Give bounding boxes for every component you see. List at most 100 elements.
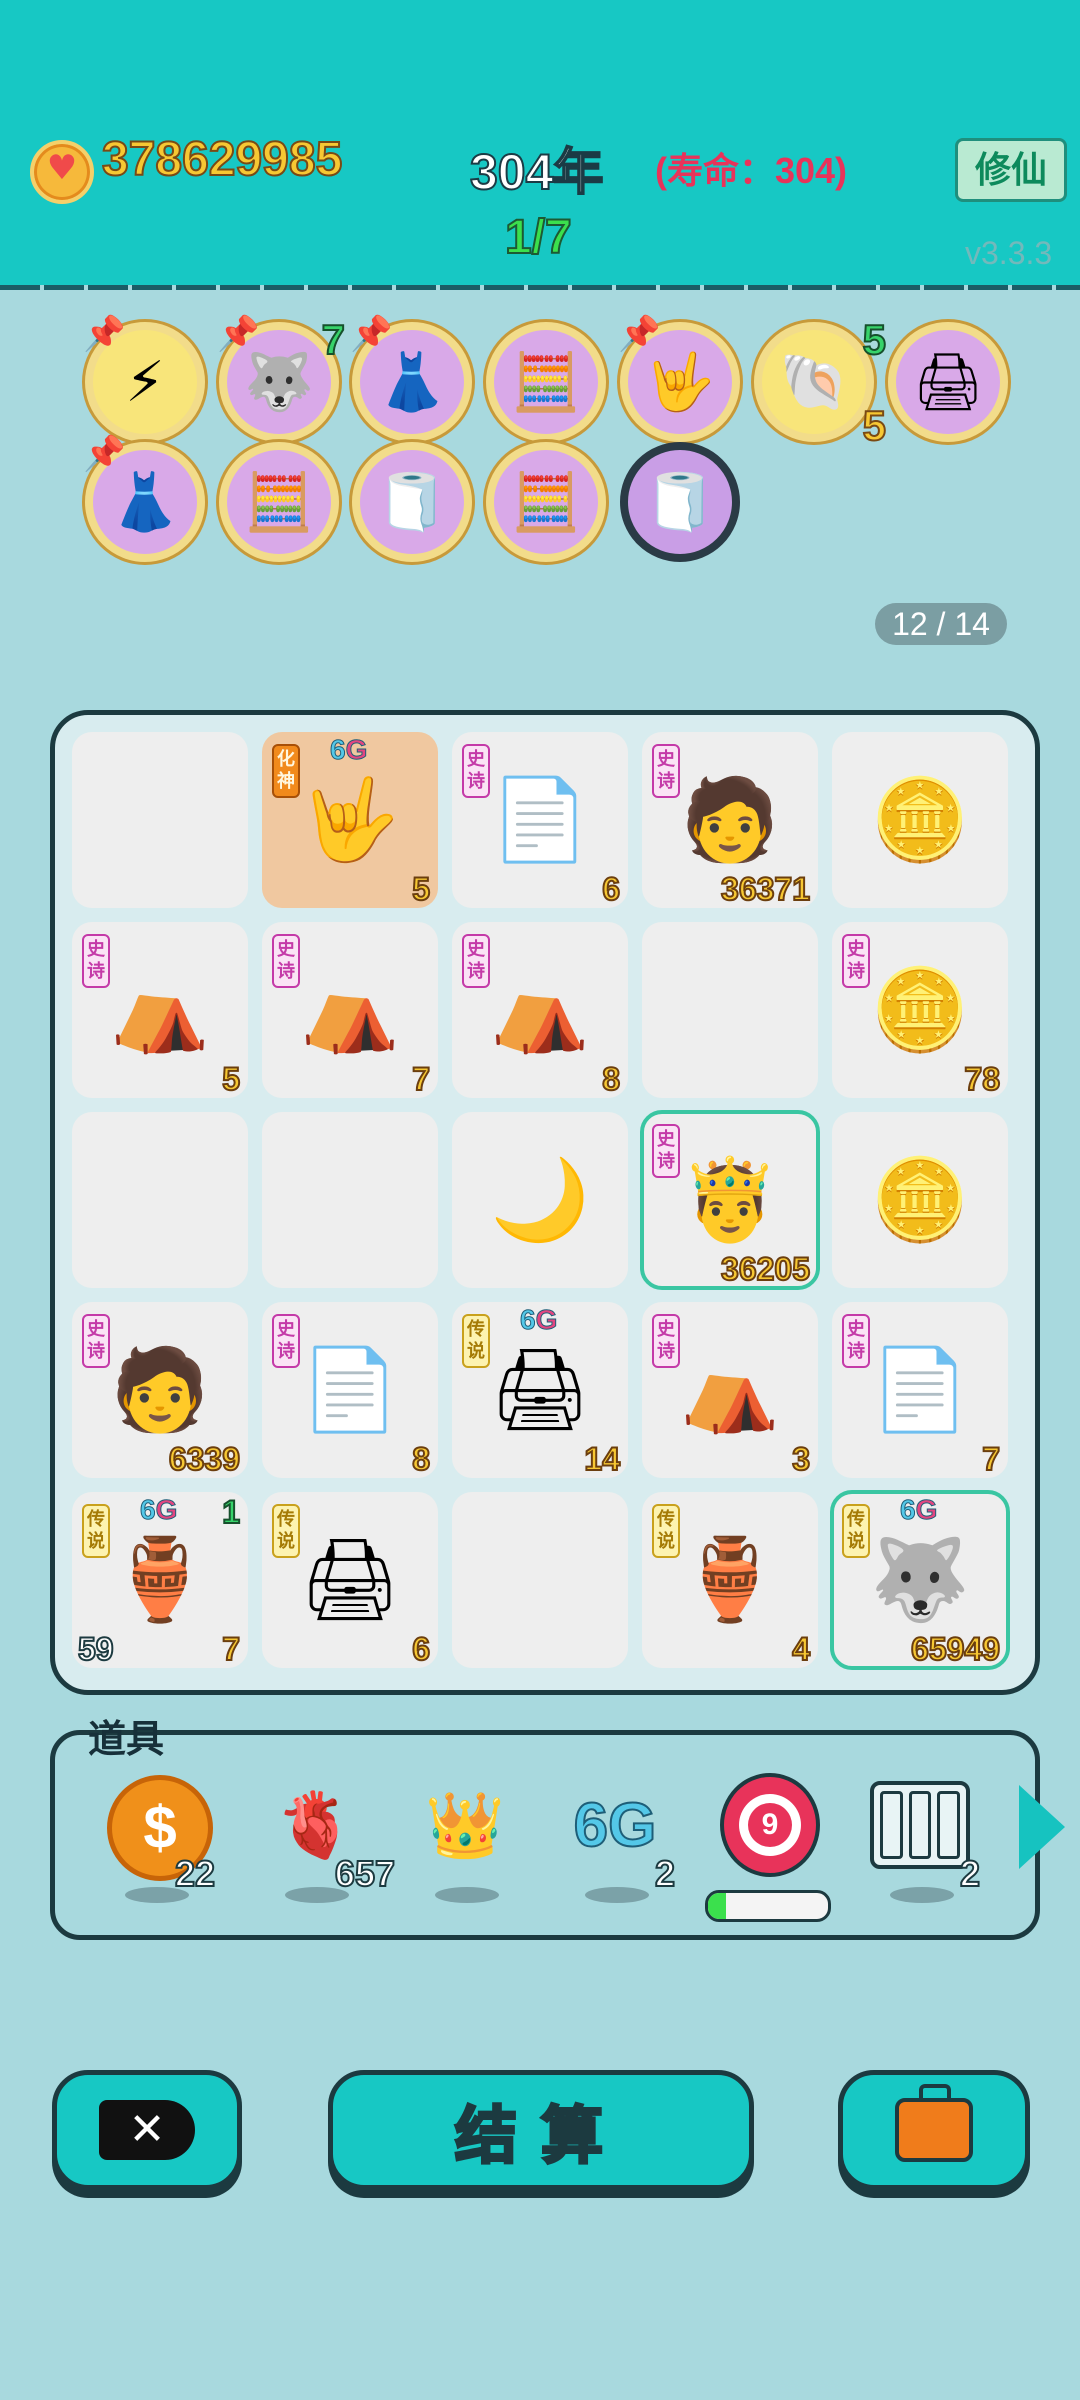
- board-cell-empty[interactable]: [72, 732, 248, 908]
- cell-value: 65949: [910, 1630, 1001, 1668]
- briefcase-icon: [895, 2084, 973, 2162]
- board-cell[interactable]: 🏺 传说 4: [642, 1492, 818, 1668]
- board-cell[interactable]: 🌙: [452, 1112, 628, 1288]
- rarity-tag: 传说: [272, 1504, 300, 1558]
- collection-item[interactable]: 👗 📌: [350, 314, 472, 442]
- cell-value: 8: [411, 1440, 431, 1478]
- coin-stack-icon: 🪙: [870, 1153, 970, 1246]
- collection-item[interactable]: 🧻: [352, 442, 472, 562]
- moon-icon: 🌙: [490, 1153, 590, 1246]
- shell-icon: 🐚: [779, 350, 849, 415]
- rarity-tag: 化神: [272, 744, 300, 798]
- collection-item[interactable]: 🧮: [486, 442, 606, 562]
- item-shadow: [585, 1887, 649, 1903]
- board-cell[interactable]: 🖨 传说 6: [262, 1492, 438, 1668]
- shelf-icon: [870, 1775, 970, 1875]
- board-cell-empty[interactable]: [642, 922, 818, 1098]
- board-cell[interactable]: ⛺ 史诗 5: [72, 922, 248, 1098]
- page-counter: 12 / 14: [875, 603, 1007, 645]
- item-liver[interactable]: 🫀 657: [255, 1775, 396, 1905]
- settle-button[interactable]: 结算: [328, 2070, 754, 2190]
- board-cell[interactable]: 🤴 史诗 36205: [640, 1110, 820, 1290]
- cell-value: 5: [411, 870, 431, 908]
- collection-count: 7: [321, 315, 346, 364]
- item-coin[interactable]: $ 22: [95, 1775, 216, 1905]
- board-cell[interactable]: 🪙: [832, 732, 1008, 908]
- equation-avatar-icon: 🧮: [511, 350, 581, 415]
- cell-value: 36371: [720, 870, 811, 908]
- target-icon: 9: [720, 1773, 820, 1877]
- board-cell[interactable]: 📄 史诗 7: [832, 1302, 1008, 1478]
- 6g-badge: 6G: [329, 734, 368, 766]
- board-cell[interactable]: 📄 史诗 6: [452, 732, 628, 908]
- rarity-tag: 传说: [842, 1504, 870, 1558]
- coin-stack-icon: 🪙: [870, 773, 970, 866]
- pin-icon: 📌: [350, 314, 393, 354]
- 6g-icon: 6G: [573, 1790, 658, 1861]
- collection-item[interactable]: 🧻: [620, 442, 740, 562]
- target-level: 9: [748, 1803, 792, 1847]
- collection-item[interactable]: 🐚 5 5: [754, 315, 887, 450]
- collection-item[interactable]: 🤟 📌: [618, 314, 740, 442]
- board-cell[interactable]: 🏺 传说 6G 7 59 1: [72, 1492, 248, 1668]
- rock-hand-icon: 🤟: [645, 350, 715, 415]
- collection-item[interactable]: 👗 📌: [83, 434, 205, 562]
- item-6g[interactable]: 6G 2: [555, 1775, 676, 1905]
- equation-avatar-icon: 🧮: [511, 470, 581, 535]
- board-cell-empty[interactable]: [452, 1492, 628, 1668]
- bag-button[interactable]: [838, 2070, 1030, 2190]
- collection-count-bottom: 5: [862, 401, 887, 450]
- board-cell[interactable]: 🧑 史诗 6339: [72, 1302, 248, 1478]
- item-crown[interactable]: 👑: [405, 1775, 525, 1905]
- pin-icon: 📌: [83, 314, 126, 354]
- rarity-tag: 传说: [82, 1504, 110, 1558]
- board-cell-empty[interactable]: [72, 1112, 248, 1288]
- board-cell[interactable]: 📄 史诗 8: [262, 1302, 438, 1478]
- lifespan-label: (寿命：304): [655, 150, 848, 191]
- collection-item[interactable]: 🧮: [486, 322, 606, 442]
- next-arrow-icon[interactable]: [1019, 1785, 1065, 1869]
- board-cell[interactable]: ⛺ 史诗 7: [262, 922, 438, 1098]
- items-panel: $ 22 🫀 657 👑 6G 2 9 2: [50, 1730, 1065, 1940]
- board-cell[interactable]: ⛺ 史诗 3: [642, 1302, 818, 1478]
- lightning-icon: ⚡: [125, 349, 165, 415]
- board-cell[interactable]: 🪙: [832, 1112, 1008, 1288]
- board-cell[interactable]: 🐺 传说 6G 65949: [830, 1490, 1010, 1670]
- collection-item[interactable]: 🧮: [219, 442, 339, 562]
- cell-value: 78: [963, 1060, 1001, 1098]
- board-cell-empty[interactable]: [262, 1112, 438, 1288]
- stage-progress: 1/7: [504, 210, 573, 265]
- cell-value-left: 59: [77, 1630, 115, 1668]
- rarity-tag: 史诗: [842, 1314, 870, 1368]
- item-shadow: [435, 1887, 499, 1903]
- rarity-tag: 史诗: [272, 1314, 300, 1368]
- item-count: 657: [334, 1852, 396, 1895]
- board-cell[interactable]: 🪙 史诗 78: [832, 922, 1008, 1098]
- rarity-tag: 传说: [462, 1314, 490, 1368]
- 6g-badge: 6G: [139, 1494, 178, 1526]
- collection-item[interactable]: 🖨: [888, 322, 1008, 442]
- pin-icon: 📌: [83, 434, 126, 474]
- item-shelf[interactable]: 2: [860, 1775, 981, 1905]
- 6g-badge: 6G: [899, 1494, 938, 1526]
- cell-value: 6339: [168, 1440, 241, 1478]
- tissue-box-icon: 🧻: [645, 470, 715, 535]
- item-target[interactable]: 9: [710, 1773, 830, 1905]
- board-cell[interactable]: 🧑 史诗 36371: [642, 732, 818, 908]
- xiuxian-button[interactable]: 修仙: [955, 138, 1067, 202]
- collection-count-top: 5: [862, 315, 887, 364]
- board-cell[interactable]: 🖨 传说 6G 14: [452, 1302, 628, 1478]
- close-button[interactable]: ✕: [52, 2070, 242, 2190]
- board-cell[interactable]: ⛺ 史诗 8: [452, 922, 628, 1098]
- rarity-tag: 史诗: [842, 934, 870, 988]
- cell-value: 3: [791, 1440, 811, 1478]
- game-board: 🤟 化神 6G 5 📄 史诗 6 🧑 史诗 36371 🪙 ⛺ 史诗 5 ⛺ 史诗 7 ⛺ 史诗 8 🪙 史诗 78 🌙 🤴 史诗…: [50, 710, 1040, 1695]
- board-cell[interactable]: 🤟 化神 6G 5: [262, 732, 438, 908]
- collection-item[interactable]: ⚡ 📌: [83, 314, 205, 442]
- cell-value: 36205: [720, 1250, 811, 1288]
- collection-item[interactable]: 🐺 📌 7: [217, 314, 346, 442]
- top-bar: 378629985 304年 (寿命：304) 修仙 1/7 v3.3.3: [0, 0, 1080, 290]
- header-divider: [0, 285, 1080, 290]
- printer-warning-icon: 🖨: [912, 350, 984, 415]
- rarity-tag: 史诗: [652, 1314, 680, 1368]
